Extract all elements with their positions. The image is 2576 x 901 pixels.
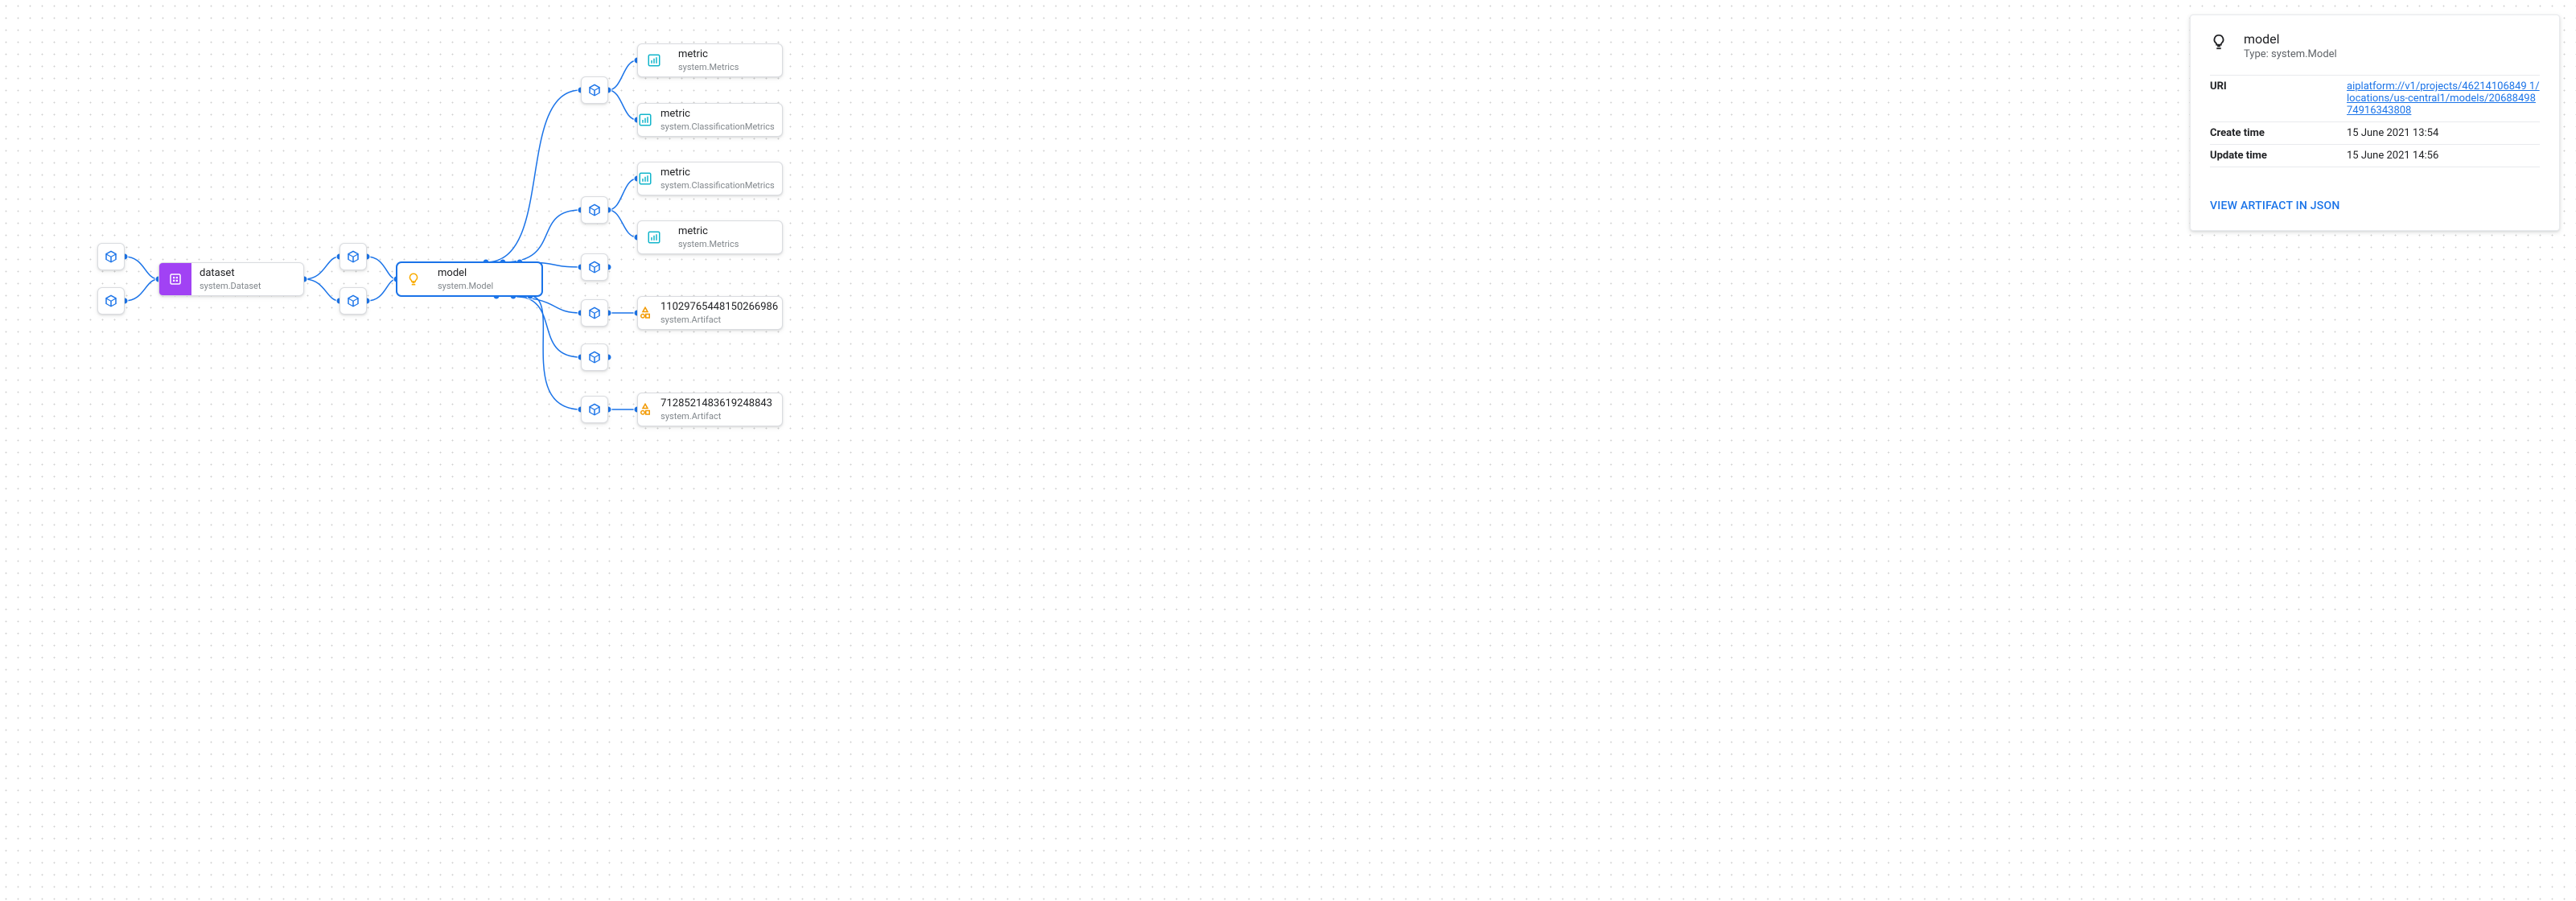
node-subtitle: system.Artifact: [660, 315, 778, 325]
node-subtitle: system.Artifact: [660, 411, 772, 422]
view-json-button[interactable]: VIEW ARTIFACT IN JSON: [2210, 200, 2340, 212]
exec-node[interactable]: [581, 196, 608, 224]
cube-icon: [587, 306, 602, 320]
cube-icon: [587, 83, 602, 97]
cube-icon: [587, 260, 602, 274]
exec-node[interactable]: [97, 243, 125, 270]
node-subtitle: system.Model: [438, 281, 493, 291]
artifact-icon: [638, 393, 652, 426]
panel-key: Update time: [2210, 150, 2347, 162]
node-title: metric: [678, 48, 739, 61]
node-subtitle: system.ClassificationMetrics: [660, 121, 775, 132]
exec-node[interactable]: [339, 243, 367, 270]
artifact-node[interactable]: 11029765448150266986 system.Artifact: [637, 296, 783, 330]
panel-row-create: Create time 15 June 2021 13:54: [2210, 121, 2540, 144]
panel-uri-link[interactable]: aiplatform://v1/projects/46214106849 1/l…: [2347, 80, 2540, 117]
panel-row-update: Update time 15 June 2021 14:56: [2210, 144, 2540, 167]
metric-node[interactable]: metric system.Metrics: [637, 220, 783, 254]
panel-key: URI: [2210, 80, 2347, 117]
cube-icon: [346, 294, 360, 308]
node-subtitle: system.Metrics: [678, 239, 739, 249]
exec-node[interactable]: [581, 344, 608, 371]
exec-node[interactable]: [581, 396, 608, 423]
dataset-icon: [159, 263, 191, 295]
metric-node[interactable]: metric system.Metrics: [637, 43, 783, 77]
metric-node[interactable]: metric system.ClassificationMetrics: [637, 162, 783, 195]
node-title: dataset: [200, 267, 261, 280]
metric-node[interactable]: metric system.ClassificationMetrics: [637, 103, 783, 137]
panel-key: Create time: [2210, 127, 2347, 139]
model-icon: [397, 263, 430, 295]
cube-icon: [346, 249, 360, 264]
cube-icon: [587, 402, 602, 417]
panel-value: 15 June 2021 13:54: [2347, 127, 2540, 139]
artifact-icon: [638, 297, 652, 329]
metric-icon: [638, 221, 670, 253]
node-title: metric: [660, 167, 775, 179]
node-title: 11029765448150266986: [660, 301, 778, 314]
panel-row-uri: URI aiplatform://v1/projects/46214106849…: [2210, 75, 2540, 121]
exec-node[interactable]: [581, 299, 608, 327]
cube-icon: [104, 249, 118, 264]
node-subtitle: system.Dataset: [200, 281, 261, 291]
node-subtitle: system.Metrics: [678, 62, 739, 72]
metric-icon: [638, 44, 670, 76]
cube-icon: [104, 294, 118, 308]
node-title: 7128521483619248843: [660, 397, 772, 410]
exec-node[interactable]: [339, 287, 367, 315]
panel-value: 15 June 2021 14:56: [2347, 150, 2540, 162]
panel-type: Type: system.Model: [2244, 48, 2337, 60]
cube-icon: [587, 203, 602, 217]
artifact-node[interactable]: 7128521483619248843 system.Artifact: [637, 393, 783, 426]
exec-node[interactable]: [581, 76, 608, 104]
cube-icon: [587, 350, 602, 364]
metric-icon: [638, 104, 652, 136]
dataset-node[interactable]: dataset system.Dataset: [158, 262, 304, 296]
node-title: metric: [678, 225, 739, 238]
metric-icon: [638, 163, 652, 195]
exec-node[interactable]: [581, 253, 608, 281]
artifact-details-panel: model Type: system.Model URI aiplatform:…: [2190, 14, 2560, 231]
exec-node[interactable]: [97, 287, 125, 315]
node-subtitle: system.ClassificationMetrics: [660, 180, 775, 191]
model-node[interactable]: model system.Model: [397, 262, 542, 296]
node-title: model: [438, 267, 493, 280]
node-title: metric: [660, 108, 775, 121]
panel-title: model: [2244, 31, 2337, 47]
lightbulb-icon: [2210, 33, 2228, 51]
